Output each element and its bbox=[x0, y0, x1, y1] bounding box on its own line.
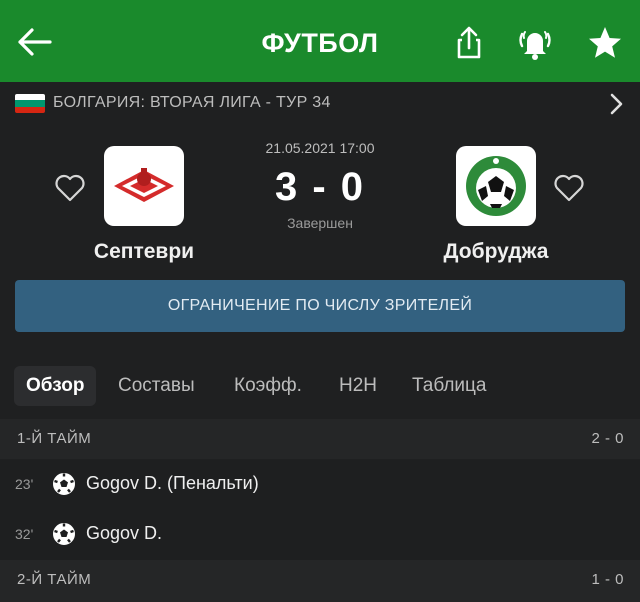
away-team-name[interactable]: Добруджа bbox=[396, 240, 596, 264]
tab-h2h[interactable]: H2H bbox=[327, 366, 389, 406]
home-team-name[interactable]: Септеври bbox=[44, 240, 244, 264]
away-team-logo[interactable] bbox=[456, 146, 536, 226]
notification-bell-icon[interactable] bbox=[516, 24, 554, 62]
event-player: Gogov D. (Пенальти) bbox=[86, 473, 259, 493]
septemvri-crest-icon bbox=[114, 168, 174, 202]
period-title: 1-Й ТАЙМ bbox=[17, 430, 92, 447]
soccer-ball-icon bbox=[53, 523, 75, 545]
match-datetime: 21.05.2021 17:00 bbox=[265, 140, 375, 156]
top-bar: ФУТБОЛ bbox=[0, 0, 640, 82]
share-icon[interactable] bbox=[450, 24, 488, 62]
period-title: 2-Й ТАЙМ bbox=[17, 571, 92, 588]
match-tabs: Обзор Составы Коэфф. H2H Таблица bbox=[0, 360, 640, 412]
tab-lineups[interactable]: Составы bbox=[106, 366, 207, 406]
event-row[interactable]: 23' Gogov D. (Пенальти) bbox=[0, 460, 640, 510]
event-player: Gogov D. bbox=[86, 523, 163, 543]
bulgaria-flag-icon bbox=[15, 94, 45, 113]
event-minute: 23' bbox=[15, 476, 34, 492]
chevron-right-icon[interactable] bbox=[606, 92, 626, 116]
tab-odds[interactable]: Коэфф. bbox=[222, 366, 314, 406]
period-header: 1-Й ТАЙМ 2 - 0 bbox=[0, 419, 640, 459]
period-header: 2-Й ТАЙМ 1 - 0 bbox=[0, 560, 640, 602]
league-name: ВТОРАЯ ЛИГА - ТУР 34 bbox=[149, 94, 331, 111]
league-country: БОЛГАРИЯ: bbox=[53, 94, 146, 111]
event-minute: 32' bbox=[15, 526, 34, 542]
flag-stripe-red bbox=[15, 106, 45, 113]
away-favorite-heart-icon[interactable] bbox=[552, 172, 586, 204]
period-score: 1 - 0 bbox=[591, 571, 624, 588]
dobrudzha-crest-icon bbox=[466, 156, 526, 216]
event-row[interactable]: 32' Gogov D. bbox=[0, 510, 640, 560]
tab-overview[interactable]: Обзор bbox=[14, 366, 97, 406]
star-icon[interactable] bbox=[586, 24, 624, 62]
home-team-logo[interactable] bbox=[104, 146, 184, 226]
match-score: 3 - 0 bbox=[274, 165, 366, 209]
spectator-restriction-banner: ОГРАНИЧЕНИЕ ПО ЧИСЛУ ЗРИТЕЛЕЙ bbox=[15, 280, 625, 332]
match-status: Завершен bbox=[287, 215, 353, 231]
league-label: БОЛГАРИЯ: ВТОРАЯ ЛИГА - ТУР 34 bbox=[53, 94, 331, 112]
soccer-ball-icon bbox=[53, 473, 75, 495]
period-score: 2 - 0 bbox=[591, 430, 624, 447]
home-favorite-heart-icon[interactable] bbox=[53, 172, 87, 204]
tab-standings[interactable]: Таблица bbox=[400, 366, 499, 406]
